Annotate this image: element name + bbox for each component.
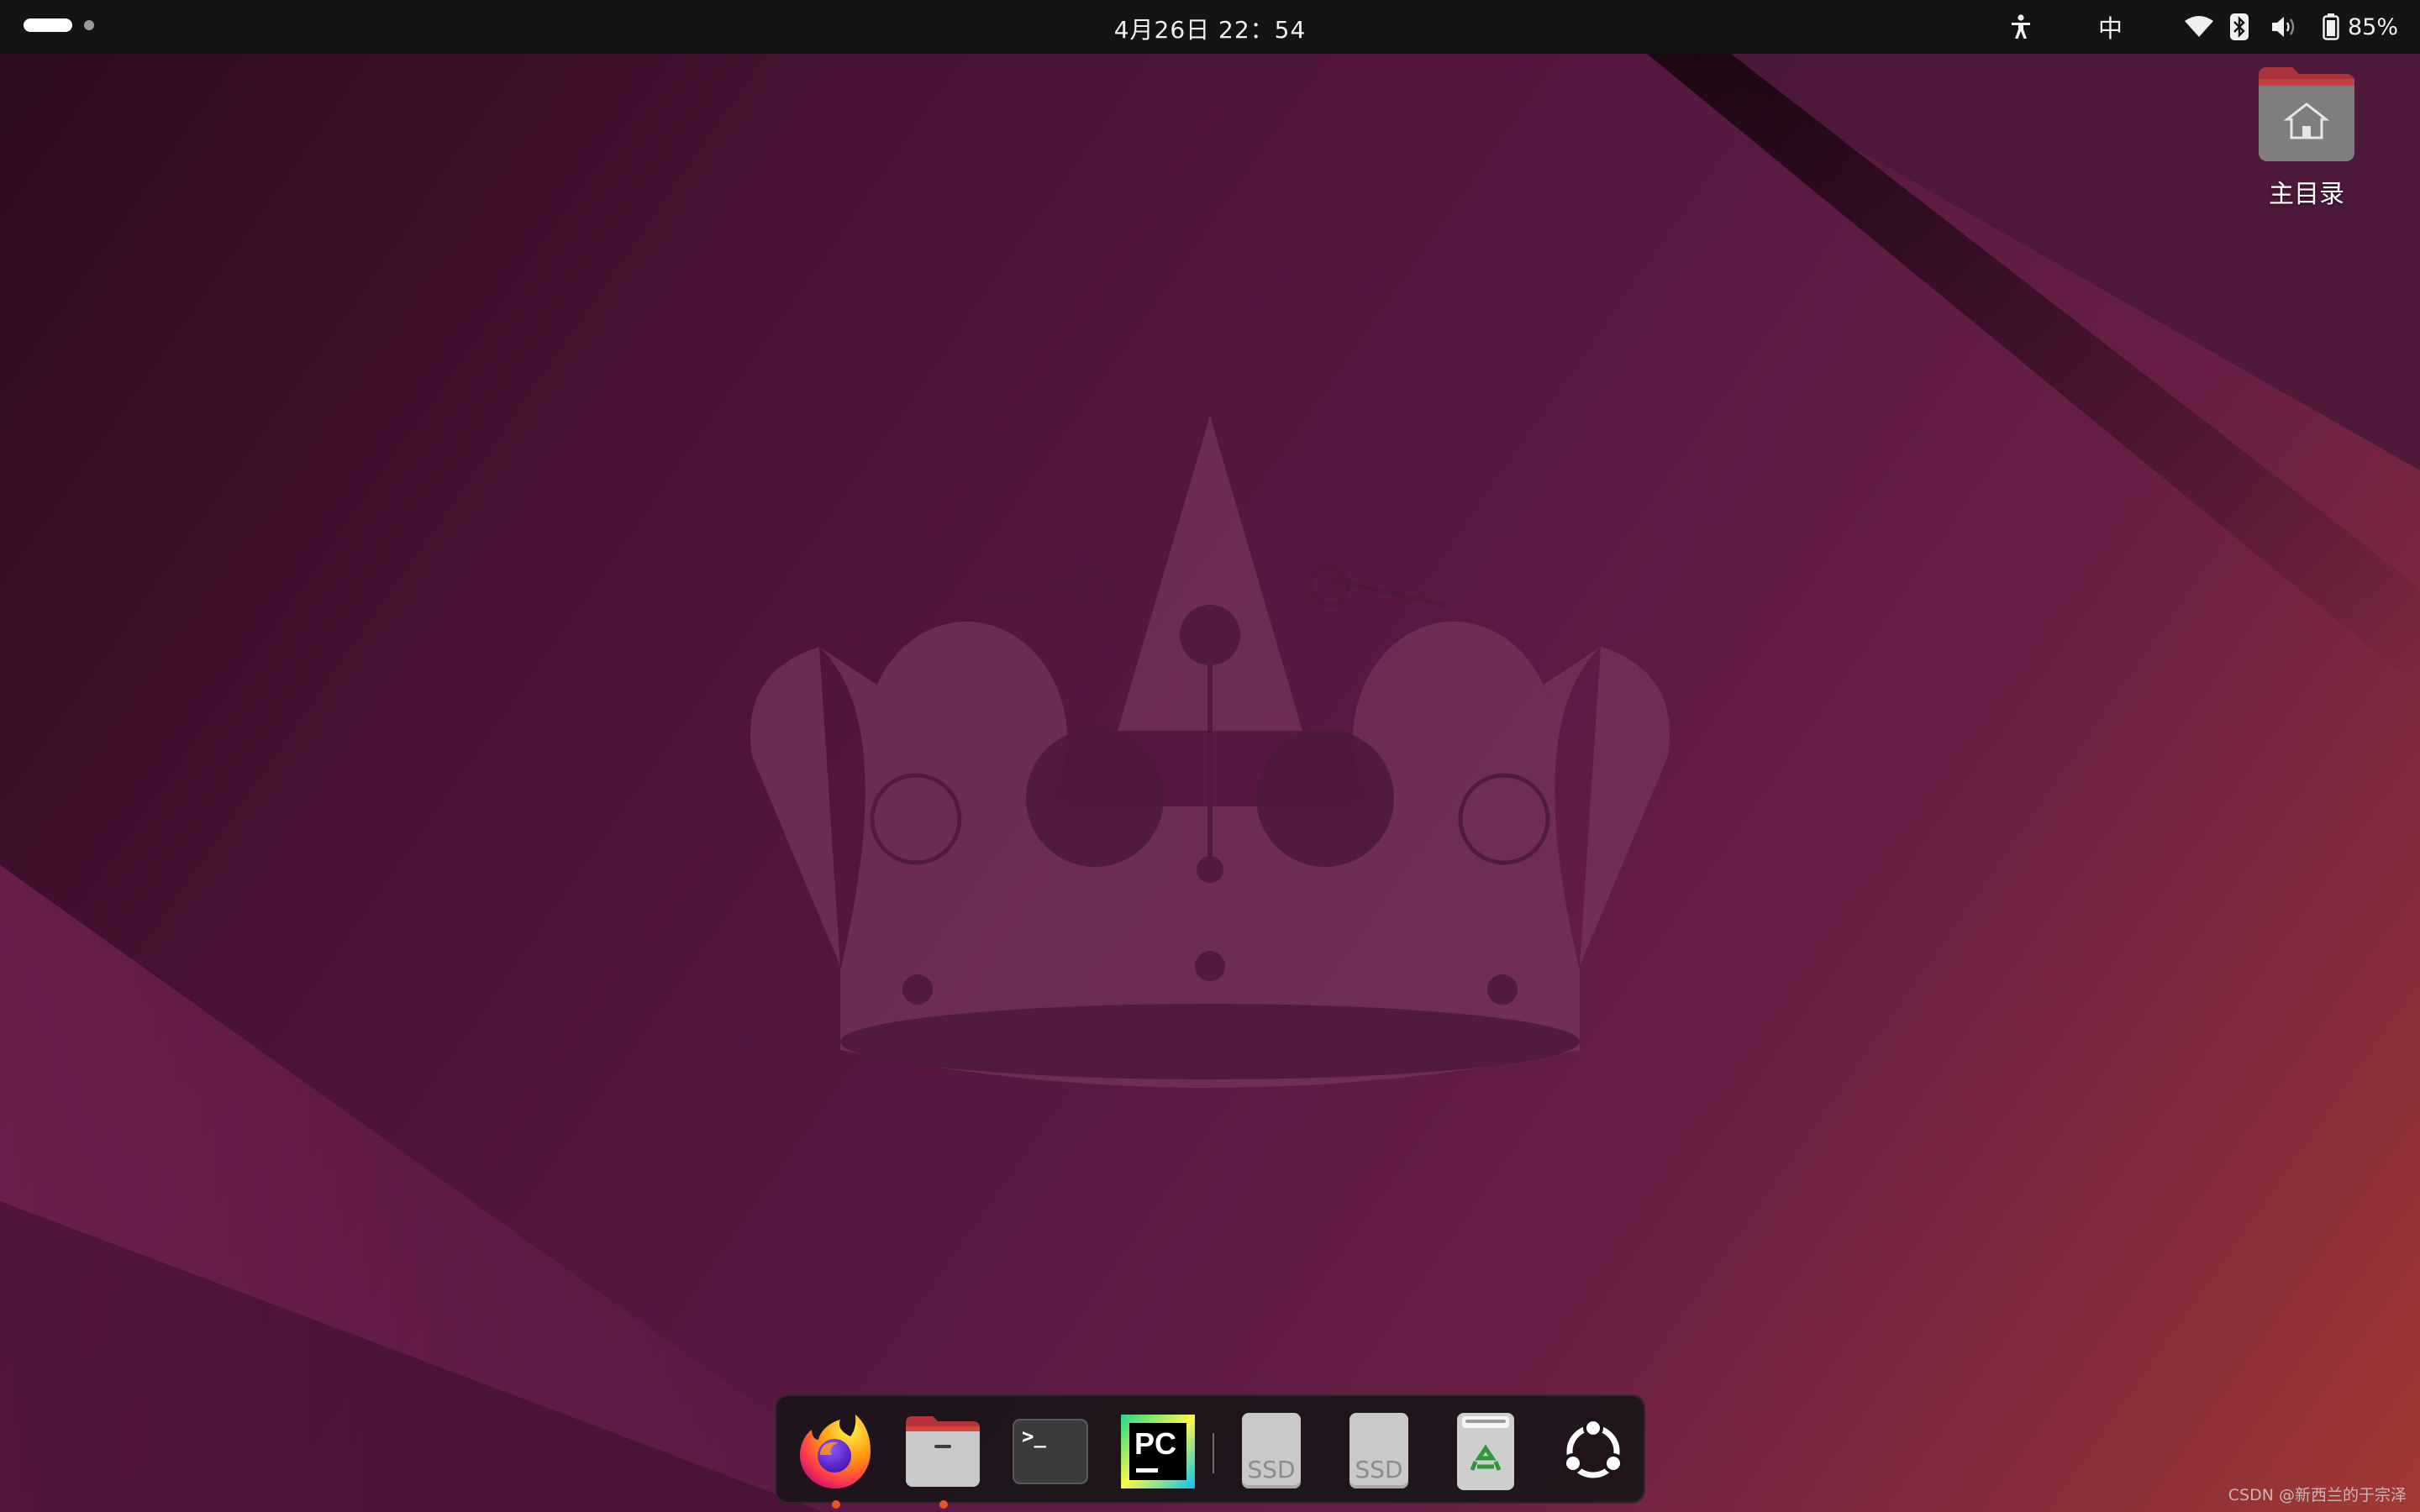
dock-app-terminal[interactable]: >_ — [1010, 1411, 1091, 1492]
wifi-icon[interactable] — [2184, 16, 2213, 38]
ssd-label: SSD — [1247, 1456, 1296, 1483]
system-tray[interactable]: 中 85% — [2009, 10, 2398, 44]
dock-app-trash[interactable] — [1445, 1411, 1526, 1492]
firefox-icon — [800, 1415, 871, 1488]
bluetooth-icon[interactable] — [2229, 13, 2249, 40]
input-method-indicator[interactable]: 中 — [2098, 9, 2123, 45]
ssd-label: SSD — [1355, 1456, 1403, 1483]
volume-icon[interactable] — [2270, 15, 2297, 39]
dock-app-ssd-1[interactable]: SSD — [1230, 1411, 1311, 1492]
home-folder-desktop-icon[interactable]: 主目录 — [2235, 67, 2378, 210]
desktop-wallpaper — [0, 0, 2420, 1512]
ssd-drive-icon: SSD — [1242, 1413, 1301, 1488]
trash-icon — [1457, 1413, 1514, 1490]
watermark-text: CSDN @新西兰的于宗泽 — [2228, 1486, 2407, 1504]
top-bar: 4月26日 22：54 中 85% — [0, 0, 2420, 54]
show-apps-icon — [1563, 1418, 1623, 1478]
dock-separator — [1213, 1433, 1214, 1473]
terminal-prompt: >_ — [1022, 1425, 1046, 1448]
dock-show-apps[interactable] — [1553, 1411, 1634, 1492]
battery-percentage[interactable]: 85% — [2348, 14, 2398, 40]
terminal-icon — [1013, 1419, 1088, 1484]
ssd-drive-icon: SSD — [1349, 1413, 1408, 1488]
dock-app-pycharm[interactable]: PC — [1118, 1411, 1198, 1492]
dock-app-firefox[interactable] — [795, 1411, 876, 1509]
battery-icon[interactable] — [2323, 13, 2339, 40]
home-folder-label[interactable]: 主目录 — [2235, 173, 2378, 210]
dock-app-ssd-2[interactable]: SSD — [1338, 1411, 1418, 1492]
dock: >_ PC SSD SSD — [775, 1394, 1645, 1509]
accessibility-icon[interactable] — [2009, 14, 2033, 39]
running-indicator — [939, 1500, 948, 1509]
pycharm-label: PC — [1134, 1426, 1177, 1461]
home-folder-icon[interactable] — [2259, 67, 2354, 161]
dock-app-files[interactable] — [902, 1411, 983, 1509]
files-icon — [906, 1416, 980, 1487]
wallpaper-graphic — [0, 54, 2420, 1512]
running-indicator — [832, 1500, 840, 1509]
